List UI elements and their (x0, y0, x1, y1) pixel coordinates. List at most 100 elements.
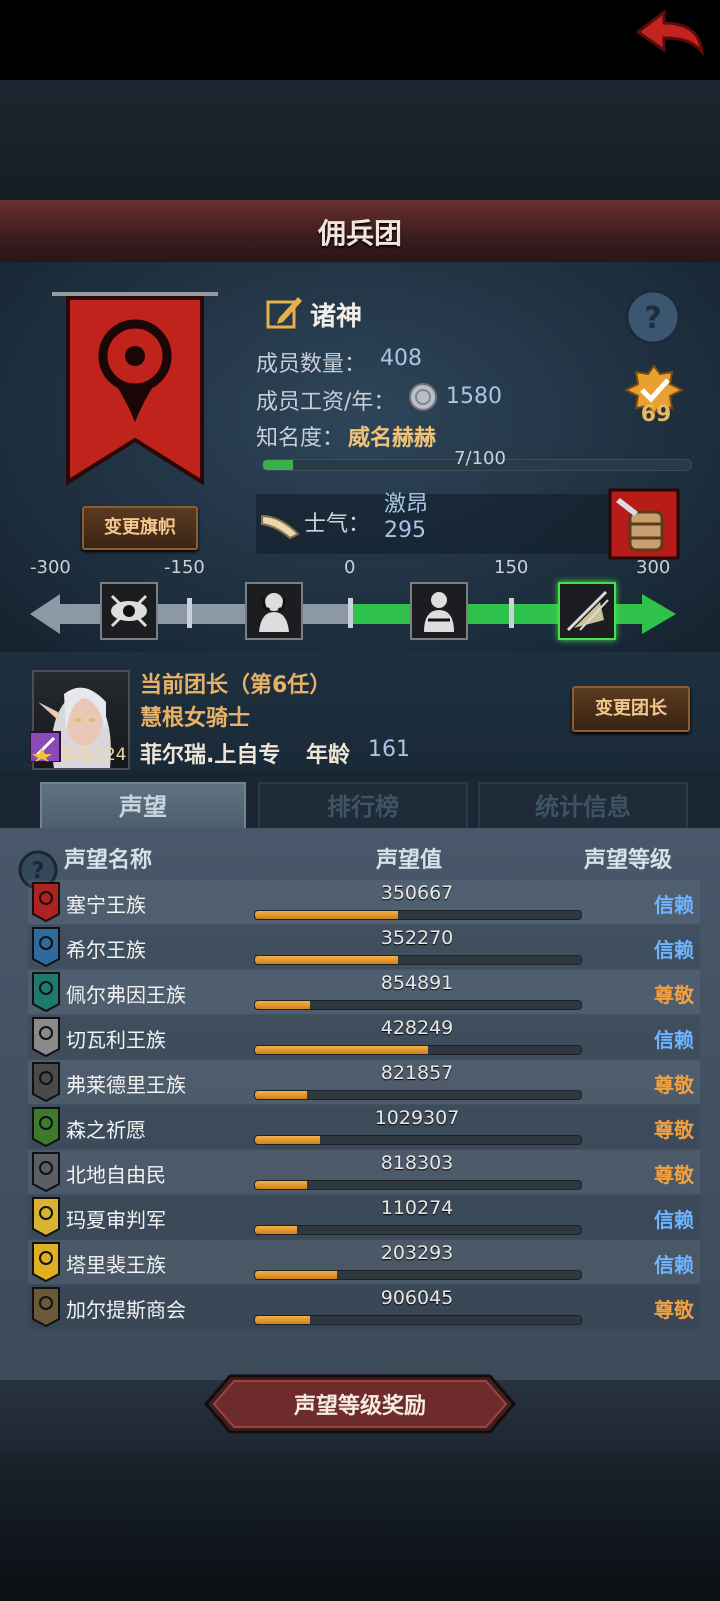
reputation-value: 854891 (380, 972, 454, 994)
reputation-progress-bar (254, 1225, 582, 1235)
change-leader-button[interactable]: 变更团长 (572, 686, 690, 732)
faction-name: 塞宁王族 (66, 893, 146, 917)
top-backdrop (0, 80, 720, 200)
calm-icon (410, 582, 468, 640)
faction-crest-icon (32, 972, 60, 1013)
leader-title: 当前团长（第6任） (140, 673, 332, 698)
leader-age-label: 年龄 (306, 743, 351, 768)
achievement-count: 69 (640, 402, 672, 427)
reputation-progress-fill (255, 911, 399, 919)
reputation-progress-fill (255, 1316, 311, 1324)
reputation-progress-fill (255, 956, 399, 964)
table-row[interactable]: 塞宁王族 350667 信赖 (28, 880, 700, 924)
victory-icon (558, 582, 616, 640)
tab-leaderboard[interactable]: 排行榜 (258, 782, 468, 832)
table-row[interactable]: 加尔提斯商会 906045 尊敬 (28, 1285, 700, 1329)
faction-name: 希尔王族 (66, 938, 146, 962)
reputation-value: 1029307 (374, 1107, 460, 1129)
reputation-progress-bar (254, 1045, 582, 1055)
faction-crest-icon (32, 1017, 60, 1058)
fame-progress-fill (263, 460, 293, 470)
table-row[interactable]: 佩尔弗因王族 854891 尊敬 (28, 970, 700, 1014)
reputation-value: 821857 (380, 1062, 454, 1084)
scale-tick-label: 150 (494, 557, 529, 578)
faction-crest-icon (32, 1242, 60, 1283)
reputation-progress-fill (255, 1091, 308, 1099)
reputation-level: 信赖 (654, 1208, 694, 1232)
salary-label: 成员工资/年： (256, 390, 396, 415)
faction-crest-icon (32, 1062, 60, 1103)
reputation-progress-bar (254, 1135, 582, 1145)
reputation-value: 350667 (380, 882, 454, 904)
faction-name: 森之祈愿 (66, 1118, 146, 1142)
table-row[interactable]: 希尔王族 352270 信赖 (28, 925, 700, 969)
edit-name-icon[interactable] (265, 292, 303, 330)
reputation-value: 818303 (380, 1152, 454, 1174)
reputation-progress-bar (254, 1000, 582, 1010)
reputation-value: 352270 (380, 927, 454, 949)
leader-age-value: 161 (368, 737, 410, 762)
reputation-progress-bar (254, 1315, 582, 1325)
reputation-value: 110274 (380, 1197, 454, 1219)
table-row[interactable]: 森之祈愿 1029307 尊敬 (28, 1105, 700, 1149)
tab-statistics[interactable]: 统计信息 (478, 782, 688, 832)
reputation-level: 尊敬 (654, 1163, 694, 1187)
reputation-progress-fill (255, 1136, 321, 1144)
fame-label: 知名度： (256, 426, 345, 451)
back-button[interactable] (634, 8, 706, 58)
reputation-level: 信赖 (654, 1253, 694, 1277)
table-row[interactable]: 弗莱德里王族 821857 尊敬 (28, 1060, 700, 1104)
title-bar: 佣兵团 (0, 200, 720, 265)
page-title: 佣兵团 (317, 217, 402, 250)
faction-name: 弗莱德里王族 (66, 1073, 186, 1097)
fame-progress-text: 7/100 (454, 448, 506, 469)
morale-value: 295 (384, 518, 426, 543)
morale-label: 士气： (304, 512, 371, 537)
column-header-name: 声望名称 (64, 848, 153, 873)
svg-text:?: ? (644, 301, 661, 336)
reputation-reward-label: 声望等级奖励 (293, 1394, 426, 1419)
reputation-progress-fill (255, 1001, 311, 1009)
barrel-icon (608, 488, 680, 560)
column-header-value: 声望值 (376, 848, 443, 873)
scale-tick-label: 0 (344, 557, 356, 578)
horn-icon (260, 510, 300, 540)
table-row[interactable]: 切瓦利王族 428249 信赖 (28, 1015, 700, 1059)
table-row[interactable]: 塔里裴王族 203293 信赖 (28, 1240, 700, 1284)
salary-value: 1580 (446, 384, 502, 409)
supply-barrel-button[interactable] (608, 488, 680, 560)
reputation-value: 203293 (380, 1242, 454, 1264)
reputation-progress-fill (255, 1046, 428, 1054)
fame-value: 威名赫赫 (348, 426, 437, 451)
faction-name: 塔里裴王族 (66, 1253, 166, 1277)
help-button[interactable]: ? (624, 288, 682, 346)
reputation-level: 尊敬 (654, 1298, 694, 1322)
reputation-progress-bar (254, 1270, 582, 1280)
faction-crest-icon (32, 927, 60, 968)
tab-reputation[interactable]: 声望 (40, 782, 246, 830)
faction-name: 北地自由民 (66, 1163, 166, 1187)
eye-icon (100, 582, 158, 640)
back-arrow-icon (635, 8, 704, 57)
scale-tick-label: 300 (636, 557, 671, 578)
reputation-progress-bar (254, 910, 582, 920)
reputation-progress-bar (254, 1090, 582, 1100)
table-row[interactable]: 玛夏审判军 110274 信赖 (28, 1195, 700, 1239)
faction-crest-icon (32, 882, 60, 923)
faction-name: 加尔提斯商会 (66, 1298, 186, 1322)
guild-banner-emblem-icon (52, 292, 218, 486)
change-banner-button[interactable]: 变更旗帜 (82, 506, 198, 550)
reputation-level: 信赖 (654, 1028, 694, 1052)
reputation-level: 尊敬 (654, 1073, 694, 1097)
faction-name: 佩尔弗因王族 (66, 983, 186, 1007)
scale-tick-label: -150 (164, 557, 205, 578)
table-row[interactable]: 北地自由民 818303 尊敬 (28, 1150, 700, 1194)
reputation-progress-fill (255, 1271, 337, 1279)
level-text: 等级124 (60, 740, 126, 765)
member-count-value: 408 (380, 346, 422, 371)
reputation-value: 428249 (380, 1017, 454, 1039)
reputation-progress-bar (254, 1180, 582, 1190)
faction-crest-icon (32, 1197, 60, 1238)
bottom-backdrop (0, 1452, 720, 1601)
reputation-progress-fill (255, 1226, 298, 1234)
